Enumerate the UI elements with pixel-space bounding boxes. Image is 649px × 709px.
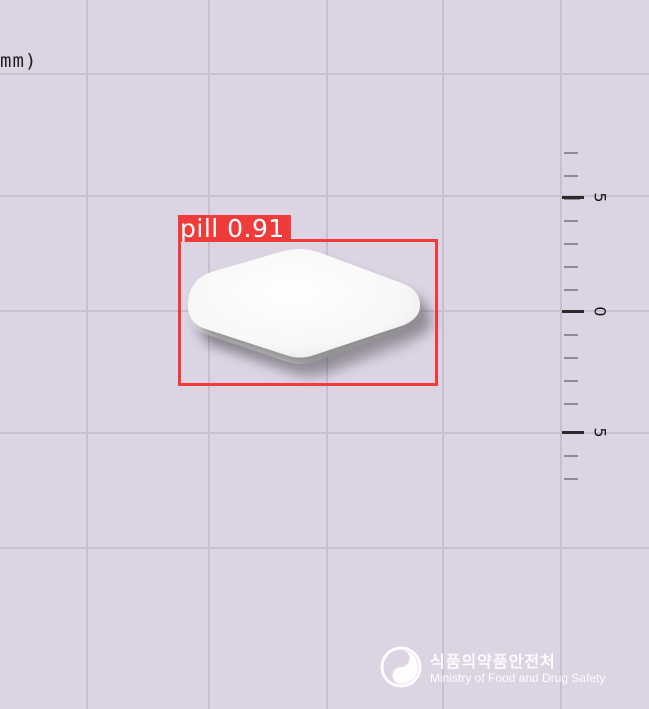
pill-photo: mm) 5 0 5 pill 0.91 식품의약품안전처 Ministry of… bbox=[0, 0, 649, 709]
detection-label: pill 0.91 bbox=[178, 215, 291, 242]
watermark-english: Ministry of Food and Drug Safety bbox=[430, 671, 606, 685]
ministry-watermark: 식품의약품안전처 Ministry of Food and Drug Safet… bbox=[378, 644, 638, 694]
ministry-emblem-icon bbox=[380, 646, 422, 688]
watermark-korean: 식품의약품안전처 bbox=[430, 652, 556, 671]
detection-bounding-box bbox=[178, 239, 438, 386]
